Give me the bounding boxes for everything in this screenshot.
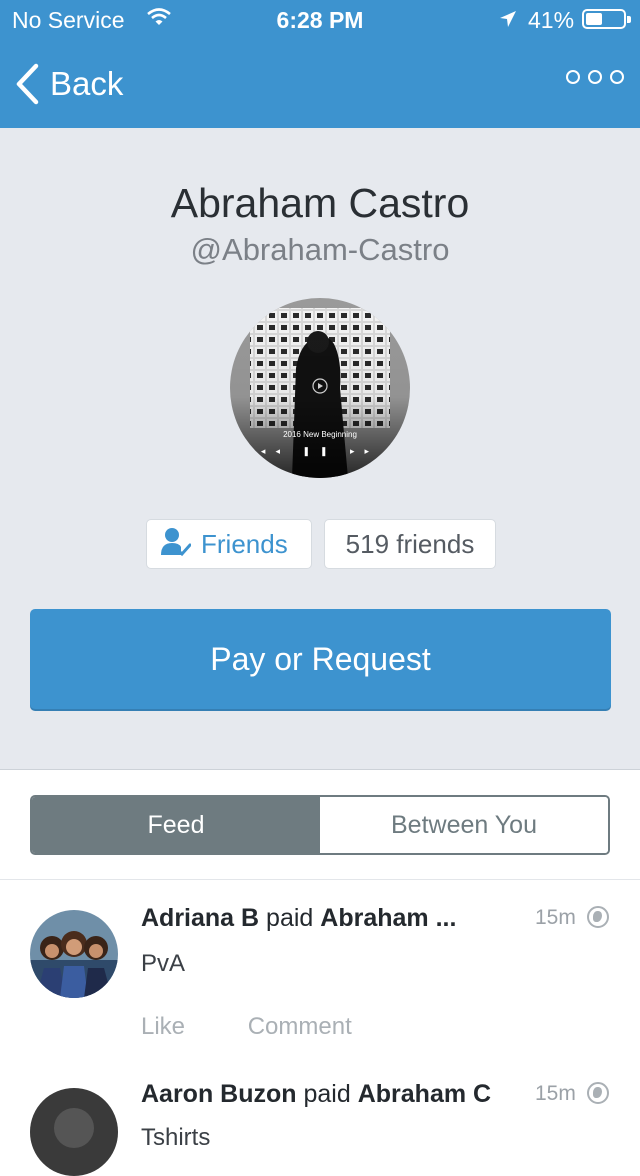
battery-percent: 41% (528, 7, 575, 33)
battery-icon (582, 9, 631, 29)
more-options-icon (566, 70, 580, 84)
feed-actions: Like Comment (141, 1013, 352, 1041)
back-label: Back (50, 65, 124, 102)
globe-icon (587, 1082, 609, 1104)
friends-button-label: Friends (201, 528, 288, 559)
target-name[interactable]: Abraham ... (320, 904, 456, 932)
divider (0, 879, 640, 880)
transaction-verb: paid (303, 1080, 351, 1108)
comment-button[interactable]: Comment (248, 1013, 352, 1040)
friends-button[interactable]: Friends (146, 519, 312, 569)
avatar[interactable] (30, 1088, 118, 1176)
profile-photo[interactable]: 2016 New Beginning ◂◂ ❚❚ ▸▸ (230, 298, 410, 478)
header-bar: No Service 6:28 PM 41% Back (0, 0, 640, 128)
transaction-title: Adriana B paid Abraham ... (141, 904, 456, 933)
globe-icon (587, 906, 609, 928)
target-name[interactable]: Abraham C (358, 1080, 491, 1108)
profile-username: @Abraham-Castro (190, 232, 450, 267)
actor-name[interactable]: Adriana B (141, 904, 259, 932)
transaction-title: Aaron Buzon paid Abraham C (141, 1080, 491, 1109)
transaction-verb: paid (266, 904, 314, 932)
photo-caption: 2016 New Beginning (283, 430, 357, 439)
chevron-left-icon (16, 63, 39, 105)
friend-check-icon (159, 525, 192, 564)
more-options-button[interactable] (566, 70, 624, 84)
pay-or-request-label: Pay or Request (210, 640, 431, 677)
like-button[interactable]: Like (141, 1013, 185, 1040)
transaction-note: PvA (141, 950, 186, 977)
transaction-note: Tshirts (141, 1124, 211, 1151)
tab-between-you[interactable]: Between You (320, 797, 608, 853)
location-arrow-icon (498, 8, 518, 35)
tab-feed[interactable]: Feed (32, 797, 320, 853)
avatar[interactable] (30, 910, 118, 998)
friends-count-label: 519 friends (345, 528, 475, 559)
media-controls-icon: ◂◂ ❚❚ ▸▸ (260, 446, 380, 456)
actor-name[interactable]: Aaron Buzon (141, 1080, 297, 1108)
friends-count-button[interactable]: 519 friends (324, 519, 496, 569)
status-bar: No Service 6:28 PM 41% (0, 0, 640, 40)
profile-section: Abraham Castro @Abraham-Castro 2016 New … (0, 128, 640, 770)
pay-or-request-button[interactable]: Pay or Request (30, 609, 611, 709)
back-button[interactable]: Back (14, 60, 123, 108)
feed-tabs: Feed Between You (30, 795, 610, 855)
timestamp: 15m (535, 1082, 576, 1105)
profile-name: Abraham Castro (170, 180, 470, 226)
timestamp: 15m (535, 906, 576, 929)
